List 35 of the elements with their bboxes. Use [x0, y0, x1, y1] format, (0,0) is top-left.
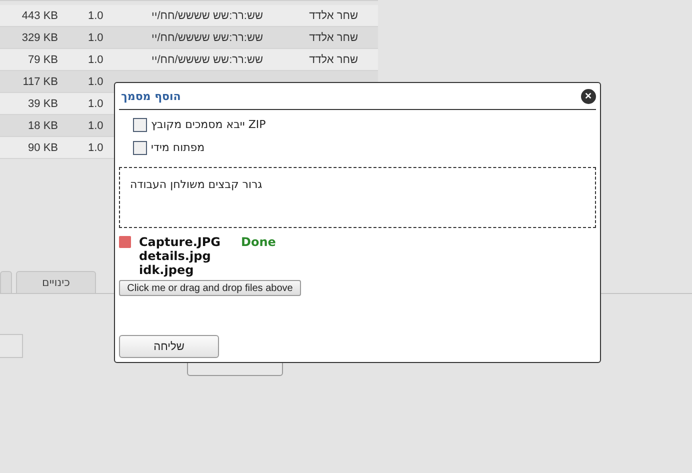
submit-button[interactable]: שליחה [119, 335, 219, 358]
file-name: details.jpg [139, 249, 212, 263]
date-cell-text: שש:רר:שש שששש/חח/יי [150, 54, 263, 66]
file-name: Capture.JPG [139, 235, 222, 249]
author-cell-text: שחר אלדד [308, 32, 358, 44]
size-cell-text: 329 KB [20, 32, 58, 44]
input-field[interactable] [0, 334, 23, 358]
size-cell-text: 18 KB [27, 120, 58, 132]
version-cell-text: 1.0 [87, 54, 102, 66]
upload-button[interactable]: Click me or drag and drop files above [119, 280, 301, 296]
size-cell-text: 39 KB [27, 98, 58, 110]
author-cell-text: שחר אלדד [308, 10, 358, 22]
upload-status: Done [241, 235, 276, 249]
tab[interactable]: כינויים [16, 271, 96, 293]
version-cell-text: 1.0 [87, 76, 102, 88]
checkbox[interactable] [133, 140, 147, 154]
version-cell-text: 1.0 [87, 10, 102, 22]
size-cell-text: 79 KB [27, 54, 58, 66]
checkbox-label: מפתוח מידי [151, 141, 205, 154]
checkbox-label: ייבא מסמכים מקובץ ZIP [151, 118, 266, 131]
version-cell-text: 1.0 [87, 142, 102, 154]
version-cell-text: 1.0 [87, 120, 102, 132]
close-button[interactable]: ✕ [581, 88, 596, 104]
dialog-title: הוסף מסמך [121, 90, 181, 102]
size-cell-text: 117 KB [22, 76, 58, 88]
version-cell-text: 1.0 [87, 98, 102, 110]
file-name: idk.jpeg [139, 263, 195, 277]
size-cell-text: 443 KB [20, 10, 58, 22]
size-cell-text: 90 KB [27, 142, 58, 154]
version-cell-text: 1.0 [87, 32, 102, 44]
drop-zone[interactable]: גרור קבצים משולחן העבודה [119, 167, 596, 228]
author-cell-text: שחר אלדד [308, 54, 358, 66]
date-cell-text: שש:רר:שש שששש/חח/יי [150, 10, 263, 22]
checkbox[interactable] [133, 118, 147, 132]
date-cell-text: שש:רר:שש שששש/חח/יי [150, 32, 263, 44]
